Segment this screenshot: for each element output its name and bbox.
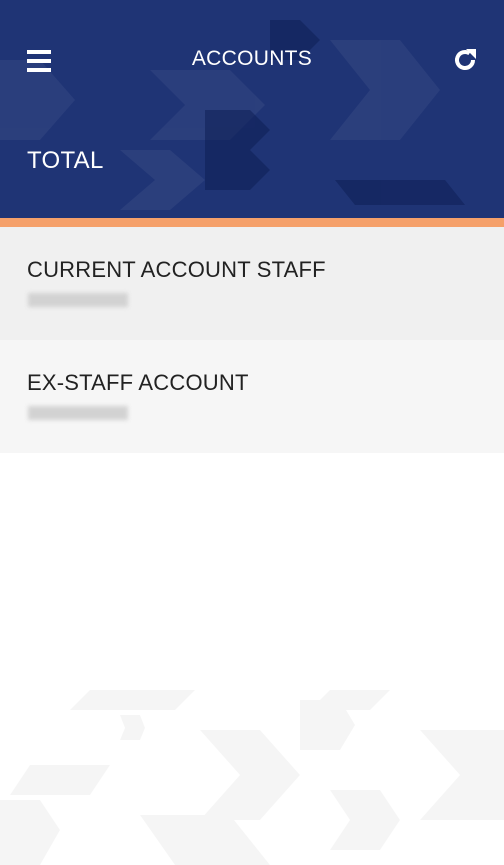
background-chevron-pattern [0, 680, 504, 865]
account-value-redacted [28, 293, 128, 307]
header-chevron-pattern [0, 20, 465, 210]
account-name: EX-STAFF ACCOUNT [27, 370, 249, 395]
header-accent-bar [0, 218, 504, 227]
list-item-current-account-staff[interactable]: CURRENT ACCOUNT STAFF [0, 227, 504, 340]
total-label: TOTAL [27, 147, 104, 174]
list-item-ex-staff-account[interactable]: EX-STAFF ACCOUNT [0, 340, 504, 453]
account-value-redacted [28, 406, 128, 420]
app-header: ACCOUNTS TOTAL [0, 0, 504, 218]
page-title: ACCOUNTS [191, 47, 313, 70]
account-name: CURRENT ACCOUNT STAFF [27, 257, 326, 282]
refresh-icon[interactable] [452, 47, 478, 73]
